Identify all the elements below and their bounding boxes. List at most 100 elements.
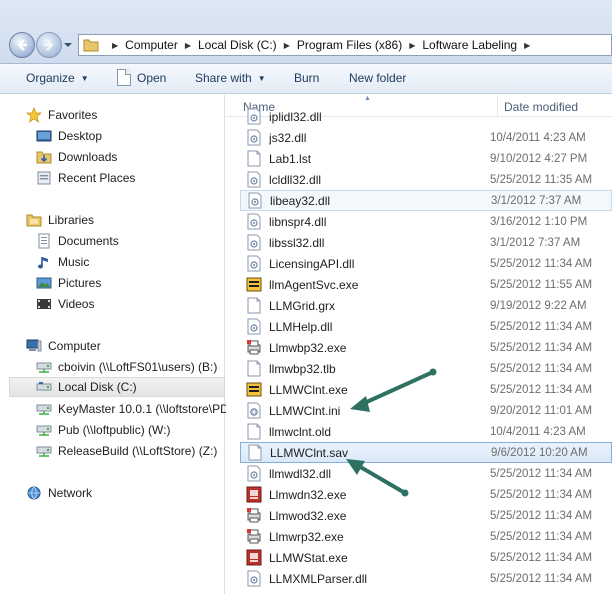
nav-recent-places[interactable]: Recent Places [36,168,135,188]
dll-icon [247,192,263,209]
nav-local-disk-c[interactable]: Local Disk (C:) [9,377,225,397]
file-name: Llmwdn32.exe [269,487,347,502]
file-date-modified: 10/4/2011 4:23 AM [490,425,586,438]
file-date-modified: 5/25/2012 11:34 AM [490,320,593,333]
nav-drive-b[interactable]: cboivin (\\LoftFS01\users) (B:) [36,357,217,377]
file-row[interactable]: lcldll32.dll 5/25/2012 11:35 AM [240,169,612,190]
breadcrumb-program-files[interactable]: ▶ Program Files (x86) [277,38,403,52]
file-row[interactable]: llmwbp32.tlb 5/25/2012 11:34 AM [240,358,612,379]
file-row[interactable]: llmwdl32.dll 5/25/2012 11:34 AM [240,463,612,484]
dll-icon [246,318,262,335]
address-box[interactable]: ▶ Computer ▶ Local Disk (C:) ▶ Program File… [78,34,612,56]
file-row[interactable]: Llmwbp32.exe 5/25/2012 11:34 AM [240,337,612,358]
nav-pictures[interactable]: Pictures [36,273,101,293]
file-row[interactable]: LLMWClnt.exe 5/25/2012 11:34 AM [240,379,612,400]
downloads-folder-icon [36,151,52,164]
file-row[interactable]: libnspr4.dll 3/16/2012 1:10 PM [240,211,612,232]
forward-button[interactable] [36,32,62,58]
breadcrumb-separator: ▶ [524,40,531,50]
back-button[interactable] [9,32,35,58]
new-folder-button[interactable]: New folder [349,71,406,85]
dll-icon [246,255,262,272]
open-button[interactable]: Open [117,69,166,86]
file-row[interactable]: LLMWClnt.ini 9/20/2012 11:01 AM [240,400,612,421]
organize-button[interactable]: Organize ▼ [26,71,89,85]
star-icon [26,107,42,123]
nav-downloads[interactable]: Downloads [36,147,117,167]
file-name: iplidl32.dll [269,109,322,124]
nav-network[interactable]: Network [26,483,92,503]
recent-pages-dropdown[interactable] [63,40,73,50]
chevron-down-icon: ▼ [257,73,266,83]
file-row[interactable]: LicensingAPI.dll 5/25/2012 11:34 AM [240,253,612,274]
file-row[interactable]: LLMGrid.grx 9/19/2012 9:22 AM [240,295,612,316]
folder-icon [83,39,99,52]
breadcrumb-separator: ▶ [283,40,290,50]
libraries-icon [26,214,42,227]
file-name: libssl32.dll [269,235,325,250]
breadcrumb-loftware-labeling[interactable]: ▶ Loftware Labeling ▶ [402,38,537,52]
file-date-modified: 5/25/2012 11:34 AM [490,341,593,354]
file-row[interactable]: libssl32.dll 3/1/2012 7:37 AM [240,232,612,253]
network-drive-icon [36,404,52,415]
chevron-down-icon: ▼ [80,73,89,83]
burn-button[interactable]: Burn [294,71,319,85]
file-row[interactable]: LLMHelp.dll 5/25/2012 11:34 AM [240,316,612,337]
file-date-modified: 3/1/2012 7:37 AM [491,194,582,207]
sort-ascending-icon: ▲ [364,95,371,102]
file-date-modified: 5/25/2012 11:34 AM [490,509,593,522]
file-row[interactable]: Lab1.lst 9/10/2012 4:27 PM [240,148,612,169]
dll-icon [246,234,262,251]
file-name: LLMWClnt.sav [270,445,349,460]
file-row[interactable]: iplidl32.dll [240,106,612,127]
file-row[interactable]: Llmwod32.exe 5/25/2012 11:34 AM [240,505,612,526]
file-row[interactable]: LLMWStat.exe 5/25/2012 11:34 AM [240,547,612,568]
nav-drive-z[interactable]: ReleaseBuild (\\LoftStore) (Z:) [36,441,217,461]
file-date-modified: 5/25/2012 11:34 AM [490,551,593,564]
exe-yellow-icon [246,276,262,293]
nav-favorites[interactable]: Favorites [26,105,97,125]
pictures-icon [36,277,52,289]
breadcrumb-local-disk[interactable]: ▶ Local Disk (C:) [178,38,277,52]
file-row[interactable]: js32.dll 10/4/2011 4:23 AM [240,127,612,148]
nav-videos[interactable]: Videos [36,294,94,314]
file-name: lcldll32.dll [269,172,322,187]
breadcrumb-computer[interactable]: ▶ Computer [105,38,178,52]
file-row[interactable]: Llmwdn32.exe 5/25/2012 11:34 AM [240,484,612,505]
dll-icon [246,465,262,482]
dll-icon [246,213,262,230]
network-drive-icon [36,362,52,373]
file-row[interactable]: libeay32.dll 3/1/2012 7:37 AM [240,190,612,211]
network-globe-icon [27,486,41,500]
nav-documents[interactable]: Documents [36,231,119,251]
file-row[interactable]: Llmwrp32.exe 5/25/2012 11:34 AM [240,526,612,547]
exe-red-icon [246,549,262,566]
file-row[interactable]: LLMXMLParser.dll 5/25/2012 11:34 AM [240,568,612,589]
file-name: llmAgentSvc.exe [269,277,359,292]
nav-desktop[interactable]: Desktop [36,126,102,146]
nav-drive-keymaster[interactable]: KeyMaster 10.0.1 (\\loftstore\PD [36,399,229,419]
music-note-icon [38,257,48,269]
command-toolbar: Organize ▼ Open Share with ▼ Burn New fold… [0,64,612,94]
file-row[interactable]: llmwclnt.old 10/4/2011 4:23 AM [240,421,612,442]
nav-libraries[interactable]: Libraries [26,210,94,230]
nav-computer[interactable]: Computer [26,336,101,356]
breadcrumb-separator: ▶ [184,40,191,50]
file-icon [246,423,262,440]
file-row[interactable]: llmAgentSvc.exe 5/25/2012 11:55 AM [240,274,612,295]
file-date-modified: 9/6/2012 10:20 AM [491,446,588,459]
file-name: LLMWClnt.exe [269,382,348,397]
exe-yellow-icon [246,381,262,398]
file-date-modified: 5/25/2012 11:35 AM [490,173,593,186]
share-with-button[interactable]: Share with ▼ [195,71,266,85]
file-row[interactable]: LLMWClnt.sav 9/6/2012 10:20 AM [240,442,612,463]
file-date-modified: 3/1/2012 7:37 AM [490,236,581,249]
dll-icon [246,129,262,146]
breadcrumb-separator: ▶ [112,40,119,50]
nav-music[interactable]: Music [36,252,89,272]
file-name: Llmwbp32.exe [269,340,347,355]
nav-drive-w[interactable]: Pub (\\loftpublic) (W:) [36,420,170,440]
file-icon [246,150,262,167]
dll-icon [246,108,262,125]
computer-icon [26,339,42,352]
